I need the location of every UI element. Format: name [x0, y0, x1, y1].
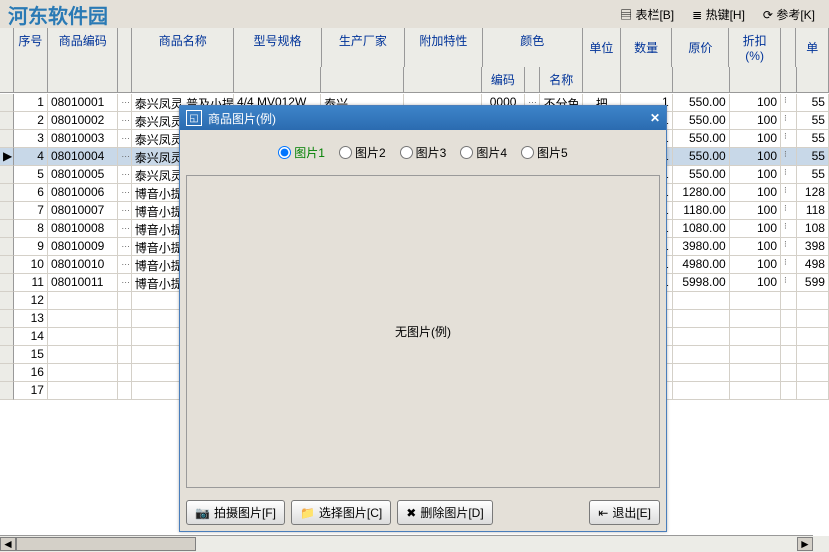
camera-icon: 📷	[195, 506, 210, 520]
image-radio-5[interactable]: 图片5	[521, 144, 568, 161]
exit-icon: ⇤	[598, 506, 608, 520]
shoot-button[interactable]: 📷拍摄图片[F]	[186, 500, 285, 525]
image-tabs: 图片1 图片2 图片3 图片4 图片5	[180, 130, 666, 175]
scroll-corner	[813, 536, 829, 552]
horizontal-scrollbar[interactable]: ◄ ►	[0, 535, 813, 552]
col-xuhao[interactable]: 序号	[14, 28, 48, 67]
image-radio-2[interactable]: 图片2	[339, 144, 386, 161]
toolbar-rejian[interactable]: ≣ 热键[H]	[692, 6, 745, 23]
grid-header-row2: 编码名称	[0, 67, 829, 93]
grid-header-row1: 序号 商品编码 商品名称 型号规格 生产厂家 附加特性 颜色 单位 数量 原价 …	[0, 28, 829, 68]
toolbar-biaolan[interactable]: ▤ 表栏[B]	[620, 6, 674, 23]
col-color[interactable]: 颜色	[483, 28, 583, 67]
watermark-logo: 河东软件园 www.pc0359.cn	[8, 0, 108, 29]
col-attr[interactable]: 附加特性	[405, 28, 483, 67]
dialog-icon: ◱	[186, 110, 202, 126]
image-dialog: ◱ 商品图片(例) ✕ 图片1 图片2 图片3 图片4 图片5 无图片(例) 📷拍摄图片…	[179, 105, 667, 532]
image-radio-1[interactable]: 图片1	[278, 144, 325, 161]
dialog-titlebar[interactable]: ◱ 商品图片(例) ✕	[180, 106, 666, 130]
col-disc[interactable]: 折扣(%)	[729, 28, 780, 67]
delete-button[interactable]: ✖删除图片[D]	[397, 500, 492, 525]
col-price[interactable]: 原价	[672, 28, 729, 67]
image-radio-3[interactable]: 图片3	[400, 144, 447, 161]
dialog-close-button[interactable]: ✕	[650, 111, 660, 125]
col-qty[interactable]: 数量	[621, 28, 672, 67]
scroll-thumb[interactable]	[16, 537, 196, 551]
delete-icon: ✖	[406, 506, 416, 520]
col-spec[interactable]: 型号规格	[234, 28, 321, 67]
col-name[interactable]: 商品名称	[132, 28, 234, 67]
col-maker[interactable]: 生产厂家	[322, 28, 405, 67]
image-canvas: 无图片(例)	[186, 175, 660, 488]
exit-button[interactable]: ⇤退出[E]	[589, 500, 660, 525]
no-image-label: 无图片(例)	[395, 323, 451, 340]
toolbar-cankao[interactable]: ⟳ 参考[K]	[763, 6, 815, 23]
refresh-icon: ⟳	[763, 8, 773, 22]
scroll-left-icon[interactable]: ◄	[0, 537, 16, 551]
grid-icon: ▤	[620, 8, 632, 22]
folder-plus-icon: 📁	[300, 506, 315, 520]
col-code[interactable]: 商品编码	[48, 28, 118, 67]
image-radio-4[interactable]: 图片4	[460, 144, 507, 161]
top-toolbar: ▤ 表栏[B] ≣ 热键[H] ⟳ 参考[K]	[0, 0, 829, 30]
keyboard-icon: ≣	[692, 8, 702, 22]
dialog-title: 商品图片(例)	[208, 110, 276, 127]
col-unit[interactable]: 单位	[583, 28, 621, 67]
col-dan[interactable]: 单	[796, 28, 829, 67]
scroll-right-icon[interactable]: ►	[797, 537, 813, 551]
pick-button[interactable]: 📁选择图片[C]	[291, 500, 391, 525]
